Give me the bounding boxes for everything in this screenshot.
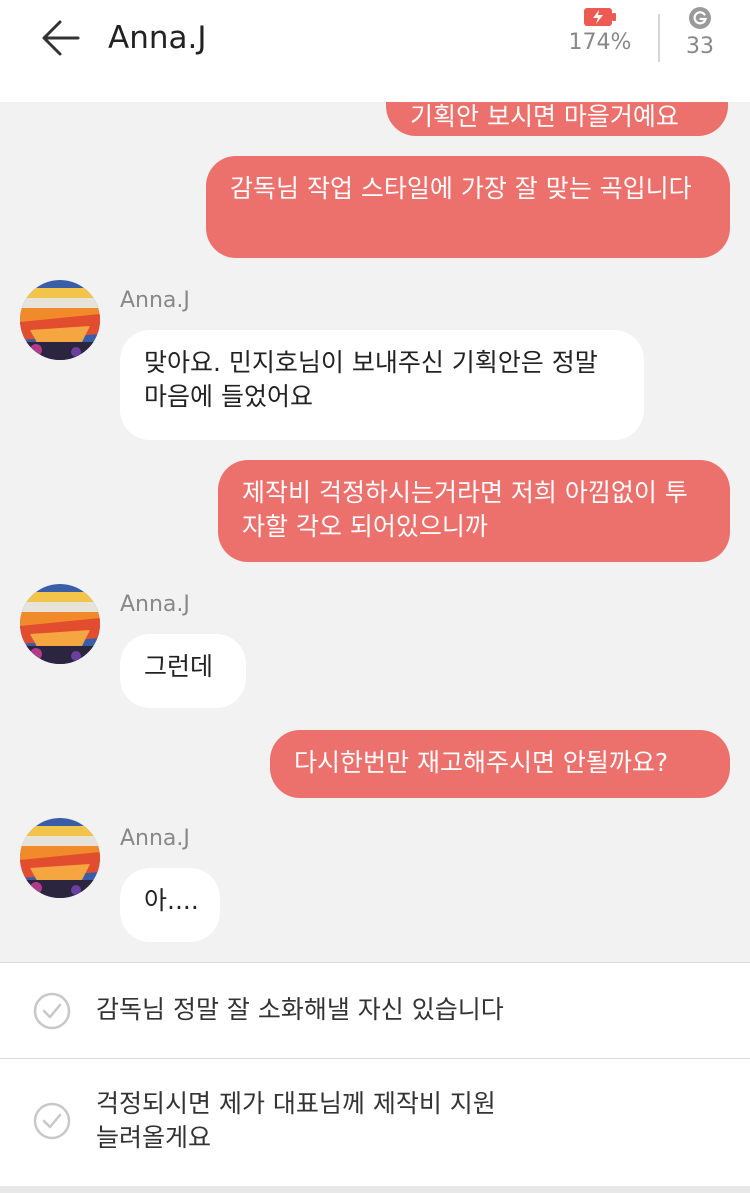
- reply-option[interactable]: 감독님 정말 잘 소화해낼 자신 있습니다: [0, 963, 750, 1059]
- check-circle-icon: [33, 1102, 71, 1140]
- g-coin-icon: [689, 7, 711, 29]
- avatar-image: [20, 584, 100, 664]
- message-bubble-outgoing: 다시한번만 재고해주시면 안될까요?: [270, 730, 730, 798]
- message-bubble-incoming: 맞아요. 민지호님이 보내주신 기획안은 정말 마음에 들었어요: [120, 330, 644, 440]
- battery-value: 174%: [568, 30, 632, 55]
- message-text: 제작비 걱정하시는거라면 저희 아낌없이 투자할 각오 되어있으니까: [242, 478, 688, 541]
- arrow-left-icon: [42, 20, 80, 56]
- divider: [658, 14, 660, 62]
- message-bubble-incoming: 그런데: [120, 634, 246, 708]
- avatar[interactable]: [20, 818, 100, 898]
- avatar-image: [20, 280, 100, 360]
- sender-name: Anna.J: [120, 288, 190, 313]
- message-text: 맞아요. 민지호님이 보내주신 기획안은 정말 마음에 들었어요: [144, 348, 598, 411]
- message-bubble-outgoing: 제작비 걱정하시는거라면 저희 아낌없이 투자할 각오 되어있으니까: [218, 460, 730, 562]
- sender-name: Anna.J: [120, 826, 190, 851]
- message-bubble-incoming: 아....: [120, 868, 220, 942]
- battery-indicator: 174%: [560, 6, 640, 55]
- top-bar: Anna.J 174% 33: [0, 0, 750, 102]
- back-button[interactable]: [36, 16, 86, 60]
- avatar-image: [20, 818, 100, 898]
- chat-area[interactable]: 기획안 보시면 마을거예요 감독님 작업 스타일에 가장 잘 맞는 곡입니다 A…: [0, 0, 750, 962]
- coin-indicator: 33: [672, 6, 728, 59]
- chat-title: Anna.J: [108, 20, 207, 56]
- message-bubble-outgoing: 감독님 작업 스타일에 가장 잘 맞는 곡입니다: [206, 156, 730, 258]
- reply-options: 감독님 정말 잘 소화해낼 자신 있습니다 걱정되시면 제가 대표님께 제작비 …: [0, 962, 750, 1193]
- battery-charging-icon: [584, 8, 616, 26]
- avatar[interactable]: [20, 280, 100, 360]
- coin-value: 33: [686, 34, 714, 59]
- bottom-edge: [0, 1186, 750, 1193]
- message-text: 아....: [144, 886, 199, 915]
- sender-name: Anna.J: [120, 592, 190, 617]
- message-text: 다시한번만 재고해주시면 안될까요?: [294, 748, 669, 777]
- reply-option[interactable]: 걱정되시면 제가 대표님께 제작비 지원 늘려올게요: [0, 1059, 750, 1183]
- reply-option-text: 감독님 정말 잘 소화해낼 자신 있습니다: [96, 995, 504, 1024]
- check-circle-icon: [33, 992, 71, 1030]
- message-text: 그런데: [144, 652, 214, 681]
- reply-option-text: 걱정되시면 제가 대표님께 제작비 지원 늘려올게요: [96, 1089, 496, 1152]
- message-text: 감독님 작업 스타일에 가장 잘 맞는 곡입니다: [230, 174, 692, 203]
- avatar[interactable]: [20, 584, 100, 664]
